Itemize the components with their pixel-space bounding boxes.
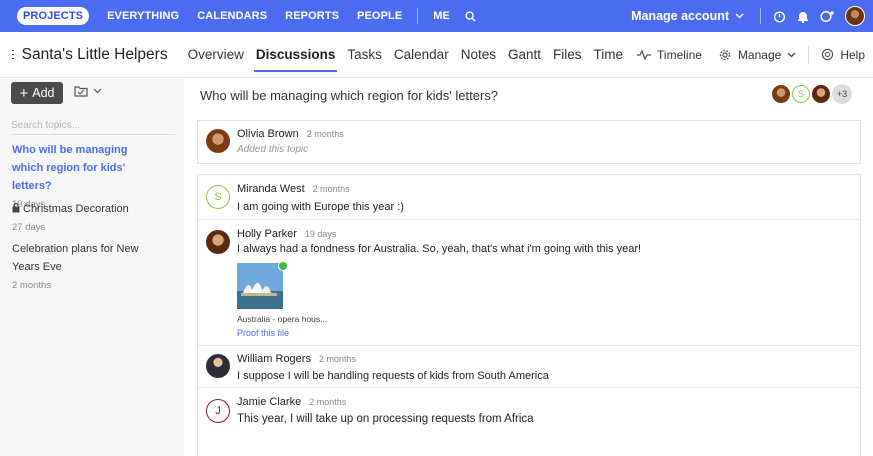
topic-age: 27 days [12,222,46,233]
post-text: Added this topic [237,144,309,155]
replies-list: S Miranda West 2 months I am going with E… [197,174,861,456]
tab-discussions[interactable]: Discussions [250,32,342,78]
author-name: Olivia Brown [237,128,299,140]
top-nav: PROJECTS EVERYTHING CALENDARS REPORTS PE… [0,0,873,32]
author-name: Miranda West [237,183,305,195]
avatar [206,230,230,254]
post-age: 2 months [318,354,356,364]
search-topics-input[interactable] [11,117,175,135]
post-text: I always had a fondness for Australia. S… [237,243,642,255]
tab-time[interactable]: Time [588,32,630,78]
nav-projects[interactable]: PROJECTS [8,0,98,32]
post-text: I suppose I will be handling requests of… [237,370,549,382]
topic-item-decoration[interactable]: Christmas Decoration 27 days [0,200,164,233]
avatar-initial: S [214,191,222,203]
topic-title: Who will be managing which region for ki… [12,144,128,192]
user-avatar[interactable] [845,6,865,26]
avatar [206,129,230,153]
topic-title: Celebration plans for New Years Eve [12,243,139,273]
chevron-down-icon [735,13,744,19]
more-participants-badge[interactable]: +3 [832,84,852,104]
participant-avatar[interactable]: S [792,85,810,103]
timer-icon[interactable] [767,0,791,32]
post-age: 19 days [304,229,337,239]
tab-overview[interactable]: Overview [182,32,250,78]
add-label: Add [32,86,55,100]
tab-gantt[interactable]: Gantt [502,32,547,78]
reply-item: William Rogers 2 months I suppose I will … [198,346,860,388]
tab-tasks[interactable]: Tasks [341,32,388,78]
bell-icon[interactable] [791,0,815,32]
nav-me[interactable]: ME [424,0,459,32]
nav-calendars[interactable]: CALENDARS [188,0,276,32]
manage-button[interactable]: Manage [710,48,804,62]
topic-title: Christmas Decoration [23,203,129,215]
participant-avatar[interactable] [812,85,830,103]
topic-item-new-years[interactable]: Celebration plans for New Years Eve 2 mo… [0,240,164,291]
topic-age: 2 months [12,280,52,291]
post-age: 2 months [309,397,347,407]
nav-projects-label: PROJECTS [17,7,90,25]
timeline-button[interactable]: Timeline [629,48,710,62]
manage-account-menu[interactable]: Manage account [621,9,754,23]
chevron-down-icon [93,88,102,94]
avatar: J [206,399,230,423]
project-title: Santa's Little Helpers [21,45,168,63]
attachment-thumbnail[interactable] [237,263,283,309]
participants: S +3 [772,84,852,104]
reply-item: Holly Parker 19 days I always had a fondn… [198,220,860,346]
nav-everything[interactable]: EVERYTHING [98,0,188,32]
author-name: William Rogers [237,353,311,365]
post-text: This year, I will take up on processing … [237,413,534,425]
add-topic-button[interactable]: + Add [11,82,63,104]
participant-avatar[interactable] [772,85,790,103]
avatar: S [206,185,230,209]
hamburger-icon[interactable] [12,47,14,62]
gear-icon [719,49,731,60]
folder-icon [74,86,88,97]
post-age: 2 months [312,184,350,194]
nav-divider-2 [760,8,761,24]
plus-icon: + [19,84,29,102]
help-label: Help [840,47,865,62]
tab-files[interactable]: Files [547,32,588,78]
reply-item: S Miranda West 2 months I am going with E… [198,175,860,220]
lifebuoy-icon [822,48,834,61]
nav-reports[interactable]: REPORTS [276,0,348,32]
nav-divider [417,8,419,24]
chevron-down-icon [787,52,796,57]
post-author: Olivia Brown 2 months [237,128,344,140]
activity-icon [637,49,652,60]
author-name: Holly Parker [237,228,297,240]
topics-sidebar: + Add Who will be managing which region … [0,79,184,456]
project-tabs: Overview Discussions Tasks Calendar Note… [182,32,629,78]
post-text: I am going with Europe this year :) [237,201,404,213]
lock-icon [12,203,20,213]
manage-label: Manage [737,47,782,62]
header-divider [808,45,810,64]
author-name: Jamie Clarke [237,396,302,408]
avatar-initial: J [215,405,221,417]
help-button[interactable]: Help [813,48,873,62]
participant-initial: S [797,89,804,99]
approved-check-icon [278,261,288,271]
nav-people[interactable]: PEOPLE [348,0,411,32]
folder-filter-button[interactable] [74,85,102,97]
original-post: Olivia Brown 2 months Added this topic [197,120,861,164]
post-age: 2 months [306,129,344,139]
project-header: Santa's Little Helpers Overview Discussi… [0,32,873,78]
avatar [206,354,230,378]
reply-item: J Jamie Clarke 2 months This year, I will… [198,388,860,454]
tab-calendar[interactable]: Calendar [388,32,455,78]
search-icon[interactable] [459,0,483,32]
timeline-label: Timeline [657,47,702,62]
tab-notes[interactable]: Notes [455,32,502,78]
add-icon[interactable] [815,0,839,32]
discussion-title: Who will be managing which region for ki… [200,88,499,103]
manage-account-label: Manage account [631,9,729,23]
attachment-name: Australia - opera hous... [237,314,328,324]
proof-file-link[interactable]: Proof this file [237,328,289,338]
